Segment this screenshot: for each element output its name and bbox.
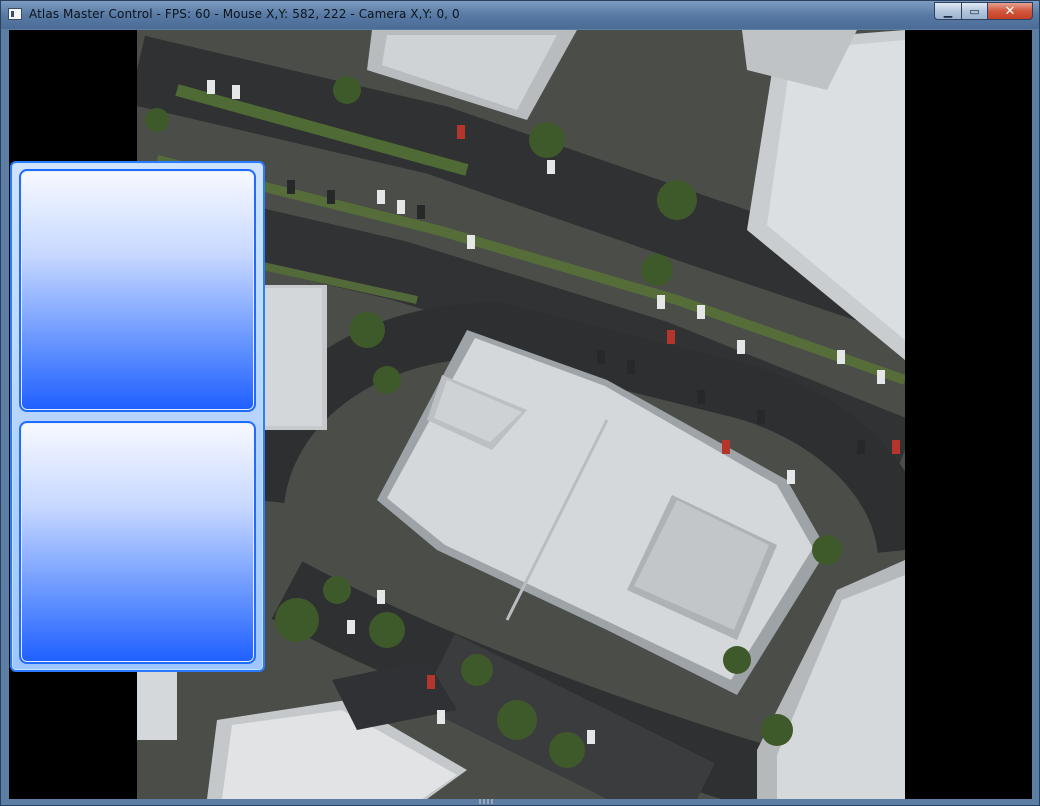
render-viewport[interactable] xyxy=(9,30,1032,799)
panel-slot-top[interactable] xyxy=(19,169,256,412)
side-panel xyxy=(10,161,265,672)
maximize-icon: ▭ xyxy=(969,4,980,18)
panel-slot-bottom[interactable] xyxy=(19,421,256,664)
minimize-button[interactable]: ▁ xyxy=(934,2,961,20)
close-icon: ✕ xyxy=(1004,3,1016,19)
caption-buttons: ▁ ▭ ✕ xyxy=(934,2,1033,21)
app-icon[interactable] xyxy=(8,8,22,20)
resize-grip[interactable] xyxy=(479,799,495,804)
close-button[interactable]: ✕ xyxy=(987,2,1033,20)
title-bar[interactable]: Atlas Master Control - FPS: 60 - Mouse X… xyxy=(1,1,1039,29)
app-window: Atlas Master Control - FPS: 60 - Mouse X… xyxy=(0,0,1040,806)
maximize-button[interactable]: ▭ xyxy=(961,2,987,20)
minimize-icon: ▁ xyxy=(943,4,953,18)
window-title: Atlas Master Control - FPS: 60 - Mouse X… xyxy=(29,7,460,21)
